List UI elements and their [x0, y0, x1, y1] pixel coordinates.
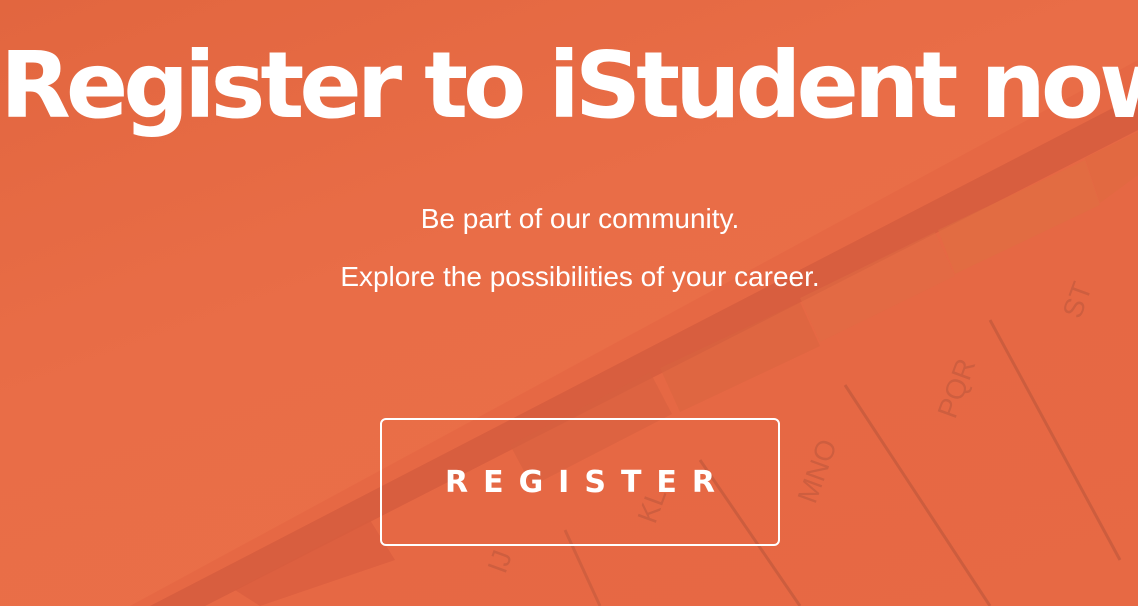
- hero-section: IJ KL MNO PQR ST Register to iStudent no…: [0, 0, 1138, 606]
- page-title: Register to iStudent now!: [0, 32, 1138, 139]
- subtitle-community: Be part of our community.: [420, 203, 740, 234]
- register-button[interactable]: REGISTER: [380, 418, 780, 546]
- register-button-label: REGISTER: [444, 464, 731, 500]
- subtitle-career: Explore the possibilities of your career…: [340, 261, 820, 292]
